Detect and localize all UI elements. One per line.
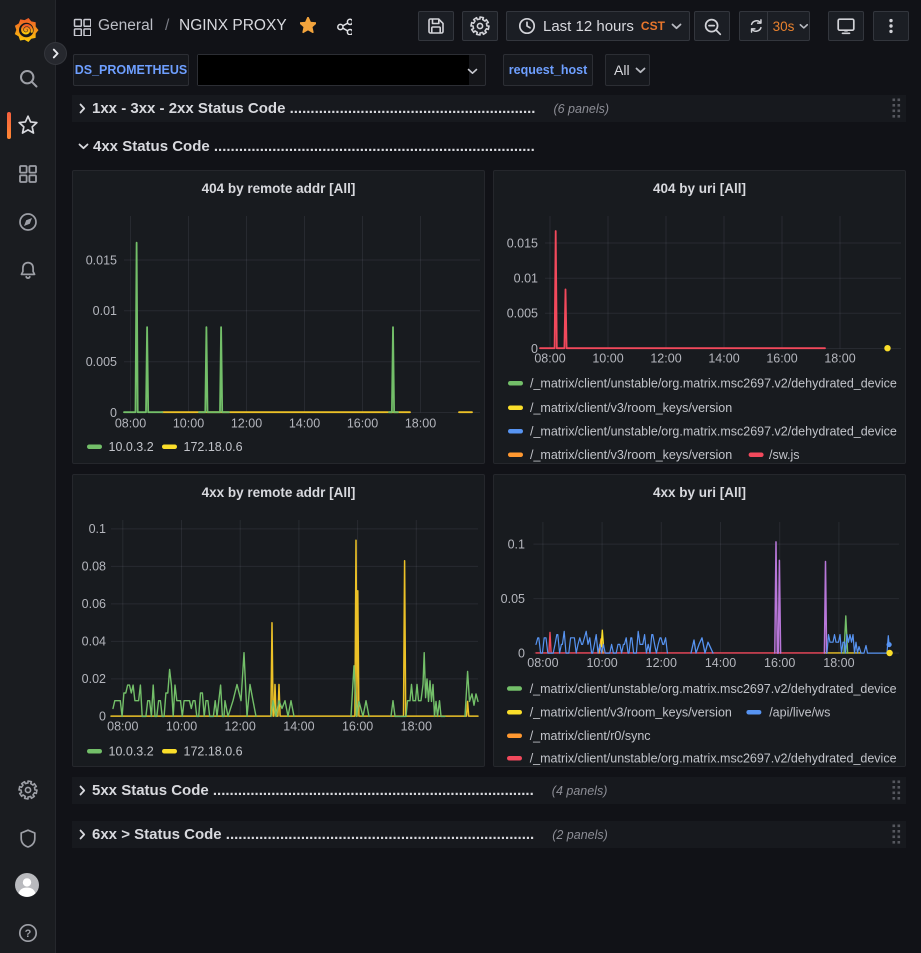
- svg-text:10:00: 10:00: [166, 720, 197, 734]
- svg-text:14:00: 14:00: [289, 417, 320, 431]
- svg-text:0: 0: [518, 646, 525, 660]
- svg-text:0.06: 0.06: [82, 597, 106, 611]
- svg-text:0.08: 0.08: [82, 560, 106, 574]
- svg-text:0.05: 0.05: [501, 592, 525, 606]
- svg-text:12:00: 12:00: [231, 417, 262, 431]
- svg-text:10:00: 10:00: [592, 352, 623, 366]
- svg-text:12:00: 12:00: [646, 656, 677, 670]
- svg-text:12:00: 12:00: [650, 352, 681, 366]
- svg-text:10.0.3.2: 10.0.3.2: [109, 440, 154, 454]
- svg-text:14:00: 14:00: [708, 352, 739, 366]
- svg-text:18:00: 18:00: [401, 720, 432, 734]
- svg-text:16:00: 16:00: [342, 720, 373, 734]
- svg-text:10:00: 10:00: [586, 656, 617, 670]
- svg-text:16:00: 16:00: [764, 656, 795, 670]
- svg-text:18:00: 18:00: [405, 417, 436, 431]
- svg-text:0.005: 0.005: [86, 355, 117, 369]
- svg-text:14:00: 14:00: [705, 656, 736, 670]
- svg-text:12:00: 12:00: [225, 720, 256, 734]
- svg-text:172.18.0.6: 172.18.0.6: [184, 440, 243, 454]
- svg-text:/_matrix/client/unstable/org.m: /_matrix/client/unstable/org.matrix.msc2…: [530, 682, 897, 696]
- svg-text:172.18.0.6: 172.18.0.6: [184, 745, 243, 759]
- svg-text:/_matrix/client/unstable/org.m: /_matrix/client/unstable/org.matrix.msc2…: [530, 752, 897, 766]
- svg-text:08:00: 08:00: [534, 352, 565, 366]
- svg-text:14:00: 14:00: [283, 720, 314, 734]
- svg-text:/_matrix/client/v3/room_keys/v: /_matrix/client/v3/room_keys/version: [530, 448, 732, 462]
- svg-text:0.02: 0.02: [82, 672, 106, 686]
- svg-text:0.01: 0.01: [93, 304, 117, 318]
- svg-text:18:00: 18:00: [823, 656, 854, 670]
- svg-text:16:00: 16:00: [766, 352, 797, 366]
- svg-text:/_matrix/client/r0/sync: /_matrix/client/r0/sync: [530, 729, 651, 743]
- svg-text:/api/live/ws: /api/live/ws: [769, 706, 830, 720]
- svg-text:08:00: 08:00: [107, 720, 138, 734]
- svg-text:0.1: 0.1: [508, 537, 525, 551]
- svg-text:/_matrix/client/v3/room_keys/v: /_matrix/client/v3/room_keys/version: [530, 401, 732, 415]
- svg-text:0.1: 0.1: [89, 522, 106, 536]
- svg-text:16:00: 16:00: [347, 417, 378, 431]
- svg-text:10.0.3.2: 10.0.3.2: [109, 745, 154, 759]
- svg-text:/sw.js: /sw.js: [769, 448, 800, 462]
- svg-text:/_matrix/client/unstable/org.m: /_matrix/client/unstable/org.matrix.msc2…: [530, 425, 897, 439]
- svg-text:0.015: 0.015: [86, 253, 117, 267]
- svg-text:0.015: 0.015: [507, 236, 538, 250]
- svg-text:?: ?: [25, 928, 32, 940]
- svg-text:/_matrix/client/v3/room_keys/v: /_matrix/client/v3/room_keys/version: [530, 706, 732, 720]
- svg-text:18:00: 18:00: [824, 352, 855, 366]
- svg-text:08:00: 08:00: [527, 656, 558, 670]
- svg-text:08:00: 08:00: [115, 417, 146, 431]
- svg-text:/_matrix/client/unstable/org.m: /_matrix/client/unstable/org.matrix.msc2…: [530, 377, 897, 391]
- svg-text:0.01: 0.01: [514, 272, 538, 286]
- svg-text:10:00: 10:00: [173, 417, 204, 431]
- svg-text:0: 0: [99, 710, 106, 724]
- svg-text:0.04: 0.04: [82, 635, 106, 649]
- svg-text:0.005: 0.005: [507, 307, 538, 321]
